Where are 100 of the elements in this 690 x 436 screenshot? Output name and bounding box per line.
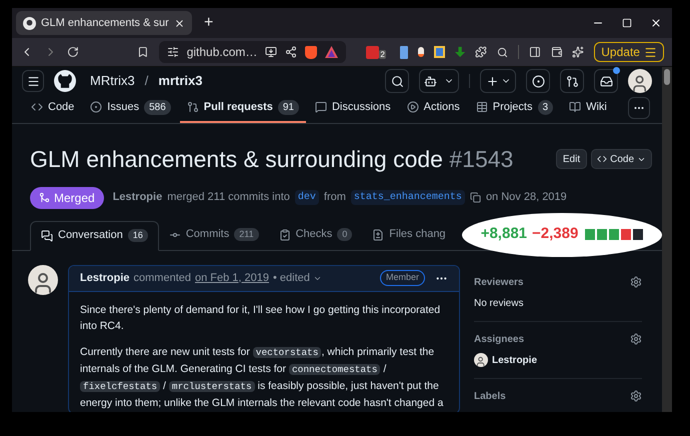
- sparkle-icon[interactable]: [572, 45, 584, 59]
- repo-nav-tab[interactable]: Issues 586: [83, 93, 178, 123]
- comment-paragraph: Since there's plenty of demand for it, I'll see how I go getting this incorporated into RC4.: [80, 302, 442, 334]
- code-icon: [597, 154, 608, 164]
- sidebar-icon[interactable]: [528, 45, 541, 59]
- scrollbar-thumb[interactable]: [664, 69, 670, 85]
- pr-tab[interactable]: Conversation 16: [30, 220, 159, 250]
- robot-icon: [424, 74, 437, 88]
- checklist-icon: [278, 228, 291, 240]
- settings-icon[interactable]: [630, 333, 642, 345]
- update-button[interactable]: Update: [594, 42, 664, 62]
- merged-badge: Merged: [30, 186, 104, 208]
- scrollbar[interactable]: [662, 67, 672, 412]
- down-arrow-icon[interactable]: [454, 46, 466, 58]
- site-settings-icon[interactable]: [166, 46, 179, 58]
- merge-summary: merged 211 commits into: [167, 190, 290, 206]
- commenter-avatar: [28, 264, 58, 294]
- wallet-icon[interactable]: [550, 45, 562, 59]
- new-tab-button[interactable]: +: [200, 11, 218, 35]
- more-button[interactable]: [628, 97, 650, 119]
- search-button[interactable]: [385, 69, 409, 93]
- base-branch[interactable]: dev: [294, 190, 319, 205]
- menu-button[interactable]: [22, 70, 44, 92]
- copilot-button[interactable]: [419, 69, 459, 93]
- table-icon: [476, 101, 488, 113]
- search-icon: [390, 74, 404, 88]
- bookmark-icon[interactable]: [136, 45, 149, 59]
- repo-nav-tab[interactable]: Code: [24, 93, 82, 123]
- extension-icon[interactable]: [366, 46, 380, 58]
- pr-tab[interactable]: Checks 0: [268, 220, 362, 250]
- egg-icon[interactable]: [418, 47, 424, 57]
- find-icon[interactable]: [496, 46, 508, 58]
- settings-icon[interactable]: [630, 390, 642, 402]
- copy-icon[interactable]: [470, 192, 481, 203]
- document-icon[interactable]: [400, 46, 408, 58]
- sidebar-heading: Assignees: [474, 332, 524, 346]
- member-badge: Member: [380, 270, 425, 286]
- url-text: github.com…: [186, 44, 258, 61]
- pr-author[interactable]: Lestropie: [112, 189, 162, 206]
- inbox-icon: [600, 74, 612, 88]
- close-window-icon[interactable]: [650, 17, 662, 29]
- pr-tab[interactable]: Files chang: [362, 220, 456, 250]
- assignee-avatar: [474, 353, 488, 367]
- pr-tab[interactable]: Commits 211: [158, 220, 269, 250]
- repo-nav-tab[interactable]: Discussions: [308, 93, 398, 123]
- address-bar[interactable]: github.com…: [158, 41, 346, 63]
- merge-date: on Nov 28, 2019: [486, 190, 567, 206]
- share-icon[interactable]: [285, 46, 298, 58]
- count-badge: 586: [144, 100, 171, 114]
- speech-bubbles-icon: [41, 230, 53, 242]
- comment-action: commented: [134, 270, 191, 286]
- edited-menu[interactable]: • edited: [273, 270, 322, 286]
- head-branch[interactable]: stats_enhancements: [350, 190, 465, 205]
- issue-icon: [532, 74, 544, 88]
- comment-author[interactable]: Lestropie: [80, 270, 130, 286]
- edit-button[interactable]: Edit: [556, 149, 588, 170]
- extension-badge: 2: [379, 50, 386, 58]
- count-badge: 91: [278, 100, 299, 114]
- puzzle-icon[interactable]: [475, 45, 487, 59]
- tab-title: GLM enhancements & sur: [41, 16, 169, 31]
- count-badge: 0: [337, 228, 352, 242]
- inbox-button[interactable]: [594, 69, 618, 93]
- repo-nav-tab[interactable]: Projects 3: [468, 93, 560, 123]
- sidebar-heading: Reviewers: [474, 276, 524, 290]
- code-icon: [31, 101, 43, 113]
- path-separator: /: [144, 72, 148, 90]
- menu-icon: [644, 46, 657, 58]
- menu-icon: [26, 74, 40, 88]
- repo-nav-tab[interactable]: Wiki: [562, 93, 614, 123]
- issues-button[interactable]: [526, 69, 550, 93]
- triangle-icon[interactable]: [325, 46, 338, 58]
- maximize-icon[interactable]: [622, 18, 632, 28]
- repo-nav-tab[interactable]: Actions: [400, 93, 467, 123]
- download-icon[interactable]: [434, 46, 445, 58]
- book-icon: [569, 101, 582, 113]
- repo-nav-tab[interactable]: Pull requests 91: [180, 93, 306, 123]
- settings-icon[interactable]: [630, 276, 642, 288]
- pull-request-icon: [566, 74, 578, 88]
- count-badge: 3: [538, 100, 554, 114]
- repo-link[interactable]: mrtrix3: [158, 71, 202, 91]
- speech-bubble-icon: [314, 101, 327, 113]
- github-logo-icon[interactable]: [54, 70, 76, 92]
- play-icon: [406, 101, 419, 113]
- comment-date[interactable]: on Feb 1, 2019: [195, 270, 270, 286]
- pull-request-icon: [186, 101, 199, 113]
- github-logo-icon: [23, 16, 36, 30]
- count-badge: 16: [128, 228, 148, 242]
- create-button[interactable]: [480, 69, 516, 93]
- plus-icon: [486, 74, 498, 88]
- browser-tab[interactable]: GLM enhancements & sur: [16, 11, 192, 35]
- owner-link[interactable]: MRtrix3: [90, 71, 135, 91]
- assignee-name[interactable]: Lestropie: [492, 352, 538, 368]
- install-icon[interactable]: [265, 46, 278, 58]
- close-icon[interactable]: [174, 18, 185, 28]
- pr-title: GLM enhancements & surrounding code #1543: [30, 145, 514, 174]
- issue-icon: [90, 101, 102, 113]
- pull-requests-button[interactable]: [560, 69, 584, 93]
- reload-icon[interactable]: [67, 45, 79, 59]
- sidebar-heading: Labels: [474, 390, 506, 404]
- code-button[interactable]: Code: [591, 149, 652, 170]
